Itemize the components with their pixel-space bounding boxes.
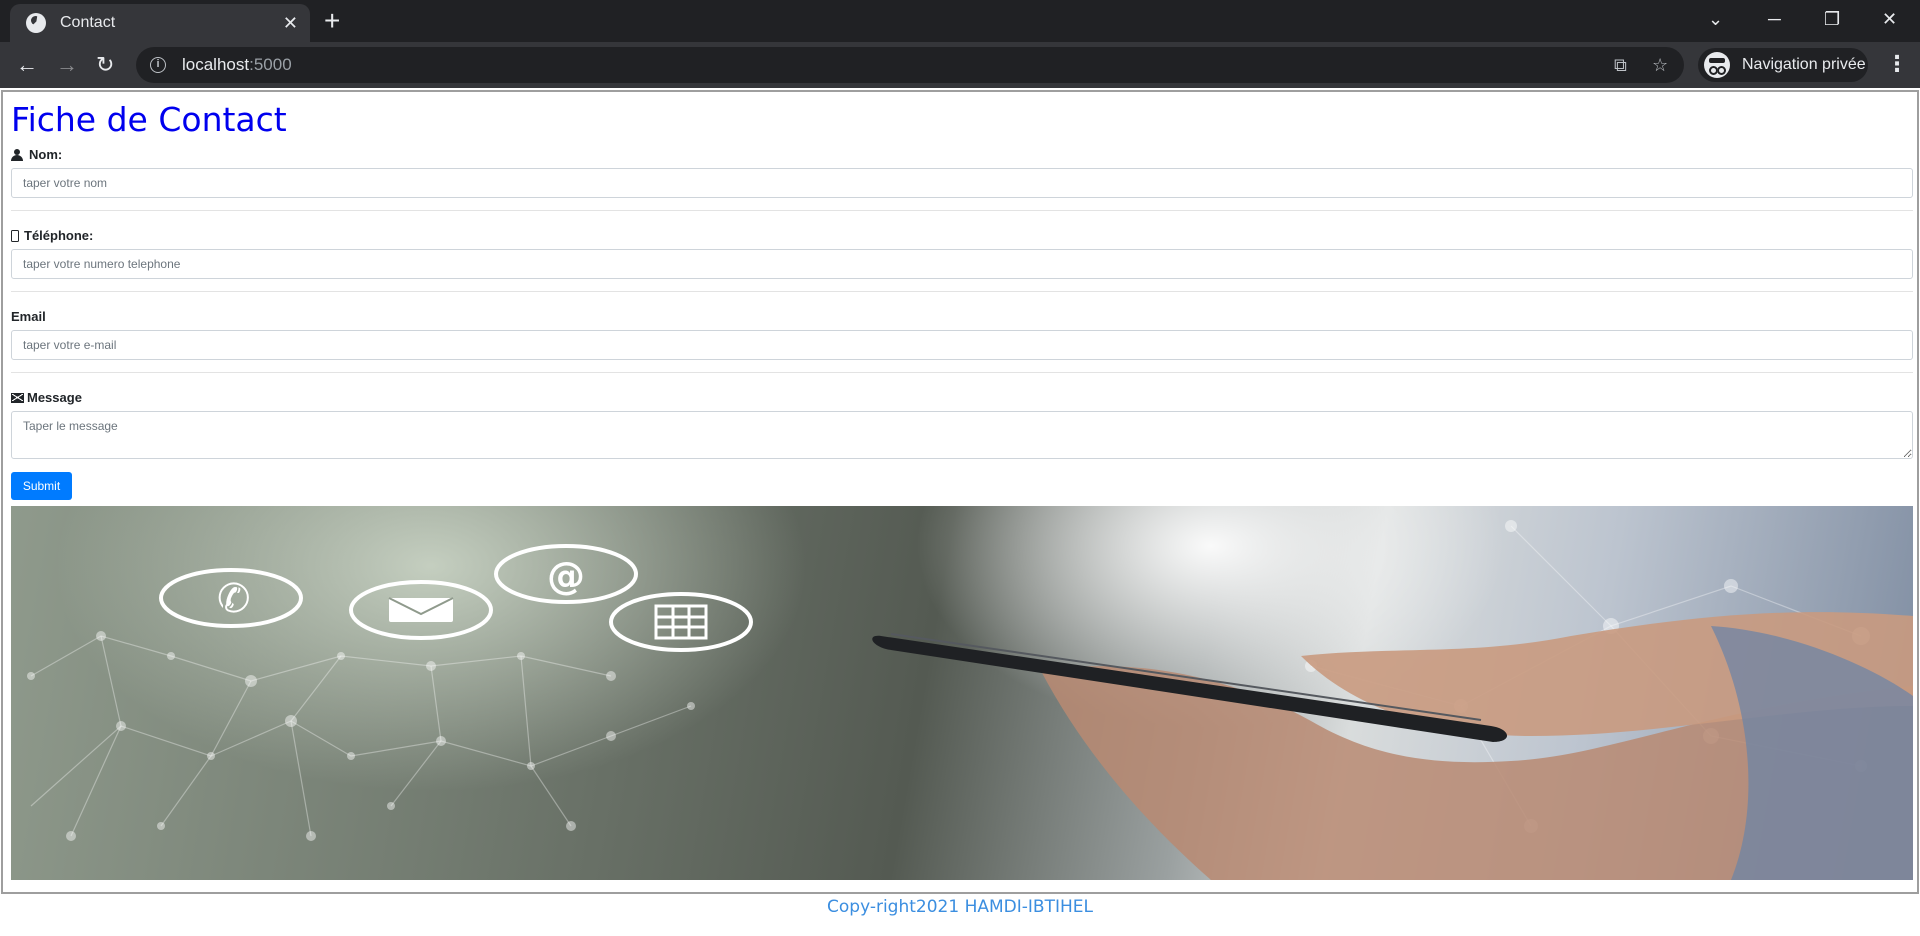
- url-host: localhost: [182, 55, 250, 74]
- incognito-label: Navigation privée: [1742, 56, 1866, 73]
- tab-title: Contact: [60, 14, 116, 31]
- message-textarea[interactable]: [11, 411, 1913, 459]
- browser-titlebar: Contact ✕ + ⌄ ─ ❐ ✕: [0, 0, 1920, 42]
- person-icon: [11, 149, 23, 161]
- divider: [11, 210, 1913, 211]
- browser-toolbar: ← → ↻ i localhost :5000 ⧉ ☆ Navigation p…: [0, 42, 1920, 88]
- envelope-icon: [11, 393, 24, 403]
- back-arrow-icon[interactable]: ←: [16, 51, 38, 79]
- hero-image: ✆ @: [11, 506, 1913, 880]
- contact-page: Fiche de Contact Nom: Téléphone: Email M…: [1, 90, 1919, 894]
- page-viewport: Fiche de Contact Nom: Téléphone: Email M…: [0, 88, 1920, 936]
- url-port: :5000: [249, 55, 292, 74]
- phone-icon: [11, 230, 19, 242]
- globe-icon: [26, 13, 46, 33]
- minimize-button[interactable]: ─: [1768, 6, 1781, 32]
- telephone-input[interactable]: [11, 249, 1913, 279]
- divider: [11, 291, 1913, 292]
- nom-input[interactable]: [11, 168, 1913, 198]
- incognito-icon: [1704, 52, 1730, 78]
- forward-arrow-icon[interactable]: →: [56, 51, 78, 79]
- close-window-button[interactable]: ✕: [1882, 6, 1897, 32]
- site-info-icon[interactable]: i: [150, 57, 166, 73]
- bookmark-star-icon[interactable]: ☆: [1652, 55, 1668, 75]
- email-label: Email: [11, 309, 46, 324]
- divider: [11, 372, 1913, 373]
- calendar-icon: [654, 604, 708, 640]
- address-bar[interactable]: i localhost :5000 ⧉ ☆: [136, 47, 1684, 83]
- translate-icon[interactable]: ⧉: [1614, 55, 1627, 75]
- submit-button[interactable]: Submit: [11, 472, 72, 500]
- at-sign-icon: @: [547, 554, 585, 598]
- close-tab-icon[interactable]: ✕: [283, 13, 298, 33]
- reload-icon[interactable]: ↻: [96, 51, 114, 79]
- page-title: Fiche de Contact: [11, 100, 287, 139]
- footer-copyright: Copy-right2021 HAMDI-IBTIHEL: [827, 897, 1093, 917]
- incognito-profile-button[interactable]: Navigation privée: [1698, 48, 1868, 82]
- browser-menu-icon[interactable]: ⋮: [1886, 50, 1908, 78]
- nom-label: Nom:: [11, 147, 62, 163]
- tab-search-icon[interactable]: ⌄: [1708, 6, 1723, 32]
- restore-button[interactable]: ❐: [1824, 6, 1840, 32]
- message-label: Message: [11, 390, 82, 406]
- browser-tab[interactable]: Contact ✕: [10, 4, 310, 42]
- telephone-label: Téléphone:: [11, 228, 93, 244]
- network-illustration: ✆ @: [27, 520, 1913, 880]
- new-tab-button[interactable]: +: [324, 6, 340, 36]
- phone-icon: ✆: [217, 576, 251, 622]
- email-input[interactable]: [11, 330, 1913, 360]
